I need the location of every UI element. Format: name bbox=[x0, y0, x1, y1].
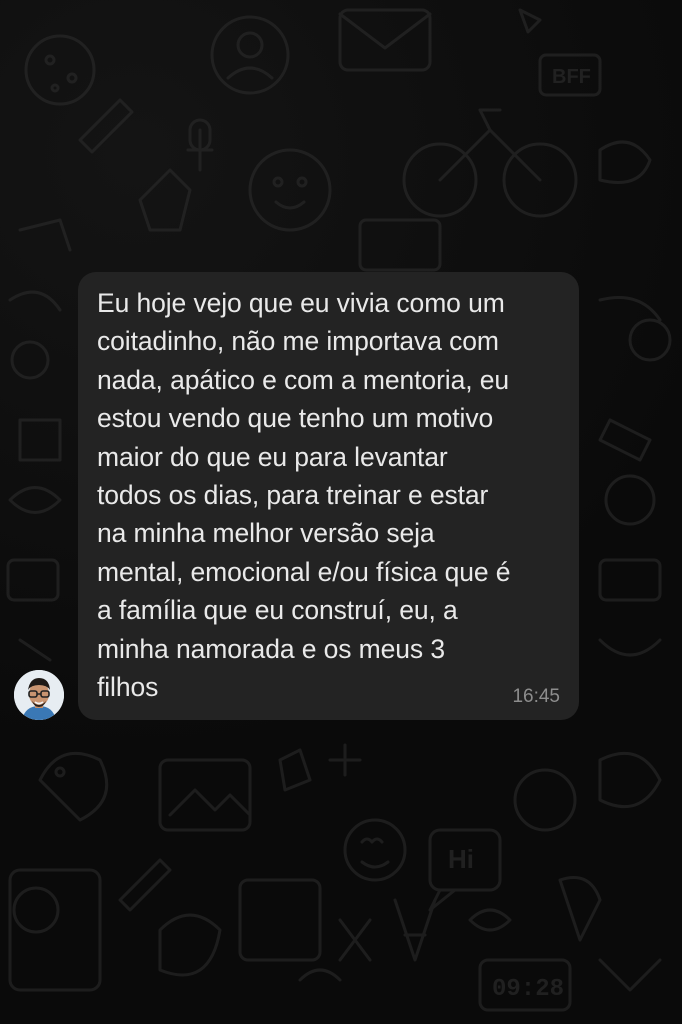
message-text: Eu hoje vejo que eu vivia como um coitad… bbox=[97, 288, 511, 703]
chat-background: Hi 09:28 BFF Eu hoje vejo que eu vivia c… bbox=[0, 0, 682, 1024]
bff-doodle-text: BFF bbox=[552, 66, 591, 88]
clock-doodle-text: 09:28 bbox=[492, 976, 564, 1003]
message-timestamp: 16:45 bbox=[512, 686, 560, 707]
message-bubble[interactable]: Eu hoje vejo que eu vivia como um coitad… bbox=[78, 272, 579, 720]
hi-doodle-text: Hi bbox=[448, 844, 474, 874]
person-avatar-icon bbox=[14, 670, 64, 720]
sender-avatar[interactable] bbox=[14, 670, 64, 720]
